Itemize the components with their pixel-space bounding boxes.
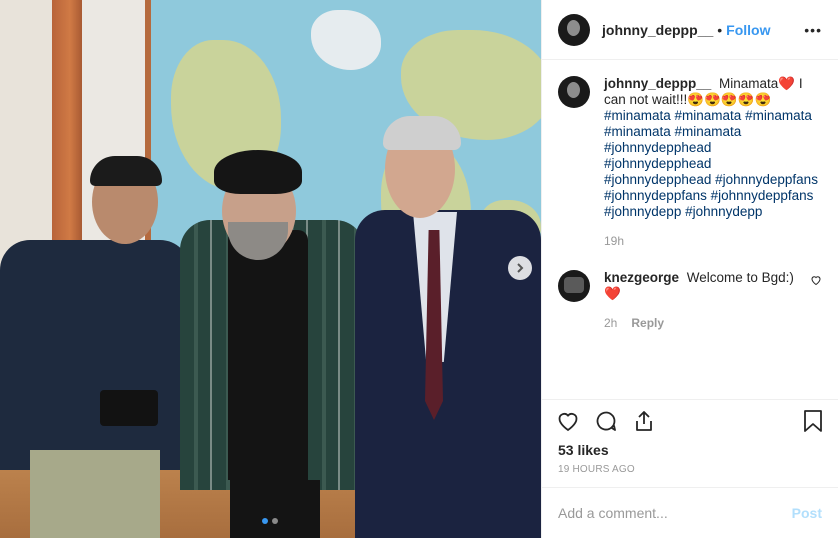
comment-text: knezgeorge Welcome to Bgd:) ❤️ — [604, 270, 796, 302]
bookmark-icon — [804, 409, 822, 432]
comment-time[interactable]: 2h — [604, 316, 617, 330]
commenter-username[interactable]: knezgeorge — [604, 270, 679, 285]
caption-meta: 19h — [604, 234, 822, 248]
more-options-icon[interactable]: ••• — [804, 22, 822, 38]
save-button[interactable] — [802, 409, 824, 433]
instagram-post: johnny_deppp__ • Follow ••• johnny_deppp… — [0, 0, 838, 538]
post-header: johnny_deppp__ • Follow ••• — [542, 0, 838, 60]
share-button[interactable] — [632, 409, 656, 433]
caption-username[interactable]: johnny_deppp__ — [604, 76, 711, 91]
like-button[interactable] — [556, 409, 580, 433]
follow-button[interactable]: Follow — [726, 22, 770, 38]
share-icon — [636, 410, 652, 431]
carousel-indicator — [262, 518, 278, 524]
commenter-avatar[interactable] — [558, 270, 590, 302]
author-username[interactable]: johnny_deppp__ — [602, 22, 713, 38]
reply-button[interactable]: Reply — [631, 316, 664, 330]
post-side-panel: johnny_deppp__ • Follow ••• johnny_deppp… — [541, 0, 838, 538]
comment-like-icon[interactable] — [810, 274, 822, 286]
comment-item: knezgeorge Welcome to Bgd:) ❤️ 2h Reply — [558, 270, 822, 330]
action-bar — [542, 399, 838, 441]
carousel-dot-active — [262, 518, 268, 524]
person-middle — [180, 150, 370, 538]
caption-text: johnny_deppp__ Minamata❤️ I can not wait… — [604, 76, 822, 220]
post-photo[interactable] — [0, 0, 541, 538]
chevron-right-icon — [517, 263, 524, 273]
comment-meta: 2h Reply — [604, 316, 796, 330]
likes-count[interactable]: 53 likes — [542, 441, 838, 461]
caption-time[interactable]: 19h — [604, 234, 624, 248]
next-slide-button[interactable] — [508, 256, 532, 280]
post-timestamp[interactable]: 19 HOURS AGO — [542, 461, 838, 487]
comments-list[interactable]: johnny_deppp__ Minamata❤️ I can not wait… — [542, 60, 838, 399]
person-left — [0, 156, 195, 538]
carousel-dot — [272, 518, 278, 524]
comment-input[interactable] — [558, 505, 792, 521]
person-right — [355, 116, 541, 538]
comment-composer: Post — [542, 487, 838, 538]
comment-icon — [596, 411, 616, 431]
header-separator: • — [717, 21, 723, 38]
heart-icon — [558, 412, 578, 431]
caption-avatar[interactable] — [558, 76, 590, 108]
comment-button[interactable] — [594, 409, 618, 433]
caption: johnny_deppp__ Minamata❤️ I can not wait… — [558, 76, 822, 248]
post-comment-button[interactable]: Post — [792, 505, 822, 521]
caption-hashtags[interactable]: #minamata #minamata #minamata #minamata … — [604, 108, 818, 219]
author-avatar[interactable] — [558, 13, 590, 46]
